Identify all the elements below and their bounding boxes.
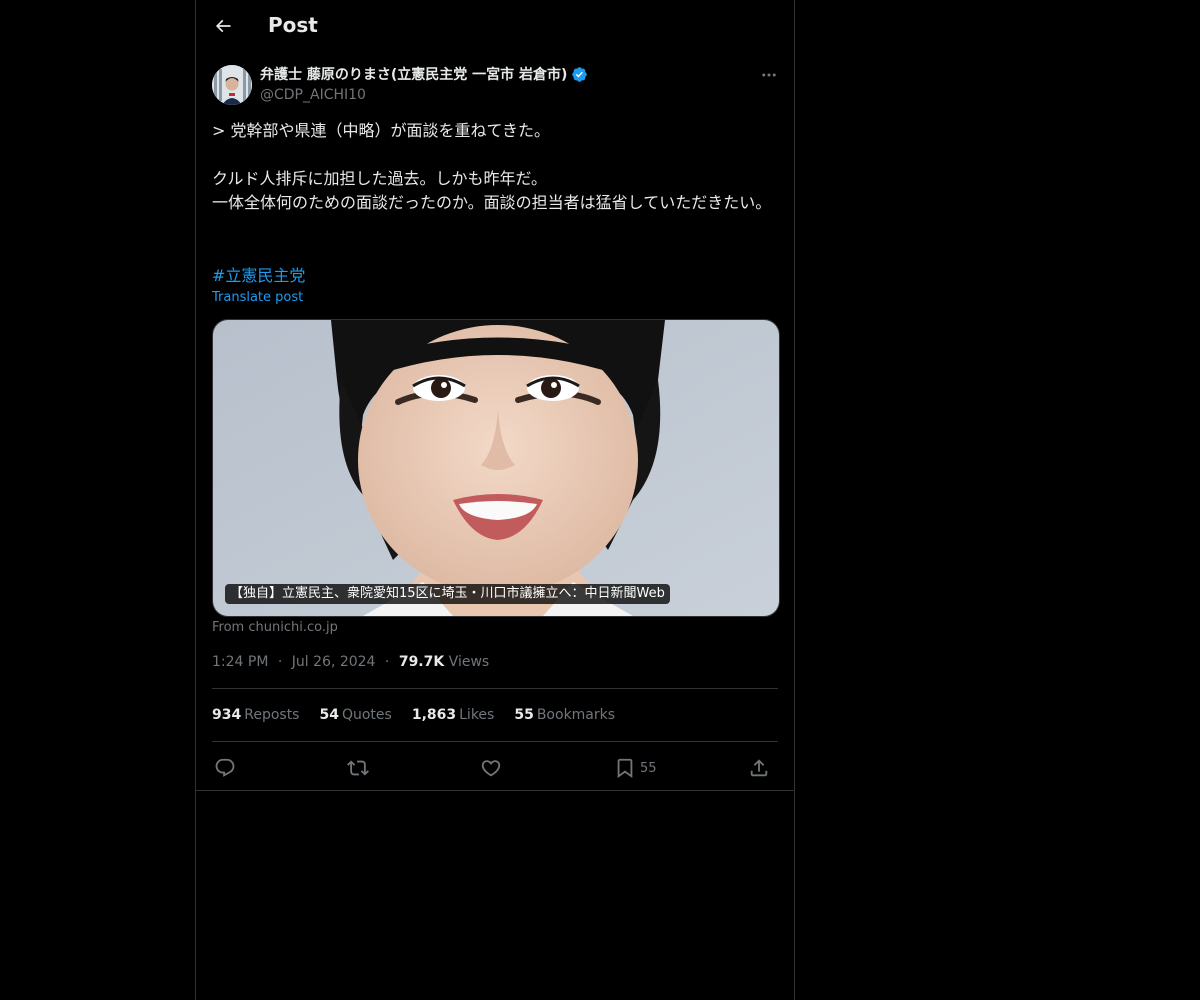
tweet-line-3: 一体全体何のための面談だったのか。面談の担当者は猛省していただきたい。 — [212, 193, 772, 212]
author-name: 弁護士 藤原のりまさ(立憲民主党 一宮市 岩倉市) — [260, 67, 568, 83]
bookmark-icon — [617, 758, 633, 779]
hashtag-link[interactable]: #立憲民主党 — [212, 264, 305, 288]
like-button[interactable] — [480, 755, 502, 781]
reposts-label: Reposts — [244, 707, 300, 723]
avatar-image — [212, 65, 252, 105]
reply-button[interactable] — [214, 755, 236, 781]
views-label: Views — [448, 654, 490, 670]
tweet-line-2: クルド人排斥に加担した過去。しかも昨年だ。 — [212, 169, 548, 188]
likes-label: Likes — [459, 707, 495, 723]
action-bar: 55 — [212, 755, 778, 781]
page-title: Post — [268, 13, 318, 37]
translate-post-link[interactable]: Translate post — [212, 290, 303, 305]
meta-separator: · — [277, 654, 283, 670]
back-button[interactable] — [208, 11, 238, 41]
post-meta: 1:24 PM · Jul 26, 2024 · 79.7K Views — [212, 654, 489, 670]
verified-badge-icon — [572, 66, 588, 82]
card-caption: 【独自】立憲民主、衆院愛知15区に埼玉・川口市議擁立へ：中日新聞Web — [225, 584, 670, 604]
reposts-stat[interactable]: 934 Reposts — [212, 707, 299, 723]
views-count: 79.7K — [398, 654, 445, 670]
divider — [212, 741, 778, 742]
more-horizontal-icon — [762, 73, 776, 77]
post-header: Post — [196, 0, 794, 53]
card-source[interactable]: From chunichi.co.jp — [212, 620, 338, 635]
reposts-count: 934 — [212, 707, 242, 723]
bookmarks-count: 55 — [514, 707, 534, 723]
divider — [196, 790, 794, 791]
bookmark-count: 55 — [640, 760, 657, 776]
divider — [212, 688, 778, 689]
more-options-button[interactable] — [758, 66, 780, 84]
bookmark-button[interactable]: 55 — [614, 755, 657, 781]
share-button[interactable] — [748, 755, 770, 781]
meta-separator: · — [384, 654, 390, 670]
quotes-stat[interactable]: 54 Quotes — [319, 707, 391, 723]
share-icon — [750, 759, 768, 777]
likes-count: 1,863 — [411, 707, 457, 723]
tweet-line-1: > 党幹部や県連（中略）が面談を重ねてきた。 — [212, 121, 551, 140]
post-time[interactable]: 1:24 PM — [212, 654, 268, 670]
arrow-left-icon — [215, 19, 231, 33]
reply-icon — [215, 758, 235, 777]
likes-stat[interactable]: 1,863 Likes — [412, 707, 495, 723]
repost-icon — [347, 760, 369, 776]
avatar[interactable] — [212, 65, 252, 105]
tweet-text: > 党幹部や県連（中略）が面談を重ねてきた。 クルド人排斥に加担した過去。しかも… — [212, 119, 778, 215]
heart-icon — [481, 760, 501, 777]
link-preview-card[interactable]: 【独自】立憲民主、衆院愛知15区に埼玉・川口市議擁立へ：中日新聞Web — [212, 319, 780, 617]
author-name-row[interactable]: 弁護士 藤原のりまさ(立憲民主党 一宮市 岩倉市) — [260, 64, 588, 84]
author-block: 弁護士 藤原のりまさ(立憲民主党 一宮市 岩倉市) @CDP_AICHI10 — [260, 64, 740, 103]
quotes-count: 54 — [319, 707, 339, 723]
bookmarks-stat[interactable]: 55 Bookmarks — [514, 707, 615, 723]
post-column: Post 弁護士 藤原のりまさ(立憲民主党 一宮市 岩倉市) @CDP_AICH… — [195, 0, 795, 1000]
quotes-label: Quotes — [341, 707, 392, 723]
card-image — [213, 320, 779, 616]
author-handle[interactable]: @CDP_AICHI10 — [260, 87, 740, 103]
repost-button[interactable] — [347, 755, 369, 781]
bookmarks-label: Bookmarks — [536, 707, 616, 723]
engagement-stats: 934 Reposts 54 Quotes 1,863 Likes 55 Bookmar… — [212, 707, 615, 723]
post-date[interactable]: Jul 26, 2024 — [292, 654, 376, 670]
